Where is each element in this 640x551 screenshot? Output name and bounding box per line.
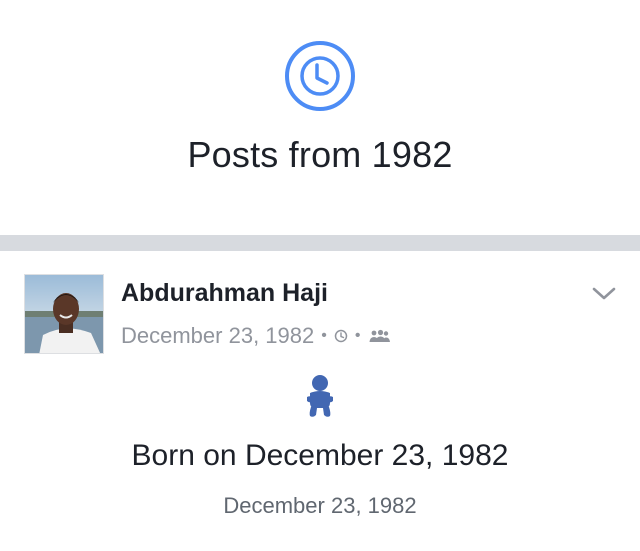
author-name[interactable]: Abdurahman Haji <box>121 279 328 308</box>
clock-icon <box>284 40 356 112</box>
friends-audience-icon[interactable] <box>367 323 391 349</box>
avatar[interactable] <box>24 274 104 354</box>
section-divider <box>0 235 640 251</box>
meta-separator: • <box>354 327 361 344</box>
clock-icon <box>334 323 348 349</box>
page-title: Posts from 1982 <box>187 134 453 175</box>
life-event-title: Born on December 23, 1982 <box>131 439 509 472</box>
memories-page: Posts from 1982 Abdurahman Haji December… <box>0 0 640 551</box>
post-card: Abdurahman Haji December 23, 1982 • • Bo… <box>0 251 640 551</box>
chevron-down-icon[interactable] <box>591 285 617 303</box>
post-timestamp[interactable]: December 23, 1982 <box>121 323 314 349</box>
meta-separator: • <box>321 327 327 344</box>
baby-icon <box>304 375 336 419</box>
memories-header: Posts from 1982 <box>0 0 640 235</box>
life-event-date: December 23, 1982 <box>223 493 417 518</box>
post-meta: December 23, 1982 • • <box>121 321 391 351</box>
